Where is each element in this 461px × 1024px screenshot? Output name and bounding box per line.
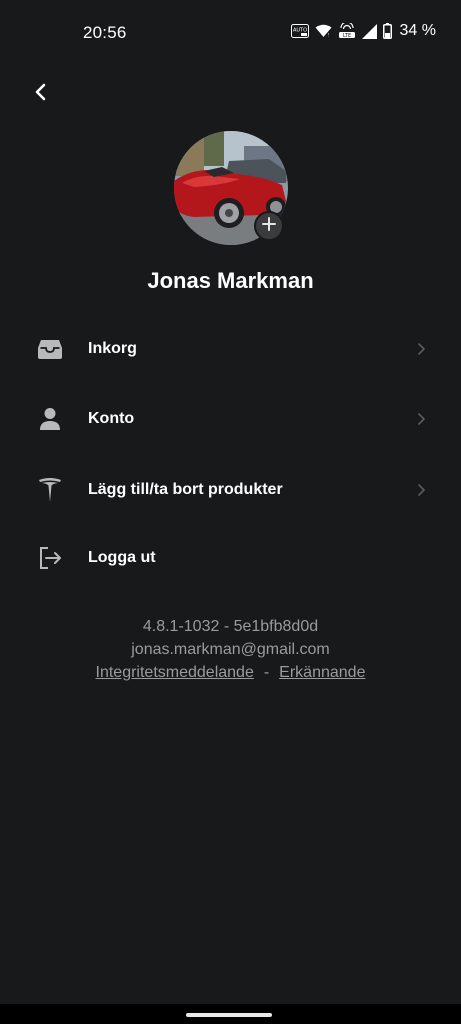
- plus-icon: [262, 216, 276, 236]
- svg-text:!: !: [327, 33, 329, 38]
- logout-icon: [36, 544, 64, 572]
- menu-item-products[interactable]: Lägg till/ta bort produkter: [0, 461, 461, 519]
- inbox-icon: [36, 335, 64, 363]
- chevron-right-icon: [414, 412, 428, 426]
- menu-item-label: Konto: [88, 410, 135, 427]
- user-name: Jonas Markman: [147, 268, 314, 293]
- acknowledgements-link[interactable]: Erkännande: [279, 664, 365, 681]
- chevron-right-icon: [414, 483, 428, 497]
- battery-icon: [382, 23, 392, 39]
- battery-percent: 34 %: [399, 22, 436, 39]
- privacy-notice-link[interactable]: Integritetsmeddelande: [96, 664, 254, 681]
- add-photo-button[interactable]: [254, 211, 284, 241]
- chevron-right-icon: [414, 342, 428, 356]
- footer-separator: -: [263, 664, 270, 681]
- tesla-logo-icon: [36, 476, 64, 504]
- app-version: 4.8.1-1032 - 5e1bfb8d0d: [142, 618, 319, 635]
- volte-icon: LTE: [338, 23, 356, 39]
- footer: 4.8.1-1032 - 5e1bfb8d0d jonas.markman@gm…: [0, 615, 461, 684]
- status-time: 20:56: [83, 23, 127, 42]
- wifi-icon: !: [315, 24, 332, 38]
- footer-links: Integritetsmeddelande - Erkännande: [0, 661, 461, 684]
- lte-badge-text: LTE: [342, 33, 350, 39]
- back-button[interactable]: [24, 78, 56, 110]
- cell-signal-icon: [361, 23, 377, 39]
- account-email: jonas.markman@gmail.com: [131, 641, 330, 658]
- chevron-left-icon: [34, 83, 46, 106]
- menu-item-logout[interactable]: Logga ut: [0, 529, 461, 587]
- status-bar: 20:56 AUTO ! LTE 34 %: [0, 0, 461, 66]
- auto-badge-text: AUTO: [292, 28, 306, 34]
- auto-brightness-icon: AUTO: [290, 24, 309, 38]
- menu-item-account[interactable]: Konto: [0, 390, 461, 448]
- avatar-container: [174, 131, 288, 245]
- menu-item-label: Lägg till/ta bort produkter: [88, 481, 283, 498]
- menu-item-label: Inkorg: [88, 340, 137, 357]
- person-icon: [36, 405, 64, 433]
- home-indicator[interactable]: [186, 1013, 272, 1017]
- menu-item-inbox[interactable]: Inkorg: [0, 320, 461, 378]
- menu-item-label: Logga ut: [88, 549, 156, 566]
- status-icons: AUTO ! LTE 34 %: [290, 22, 436, 40]
